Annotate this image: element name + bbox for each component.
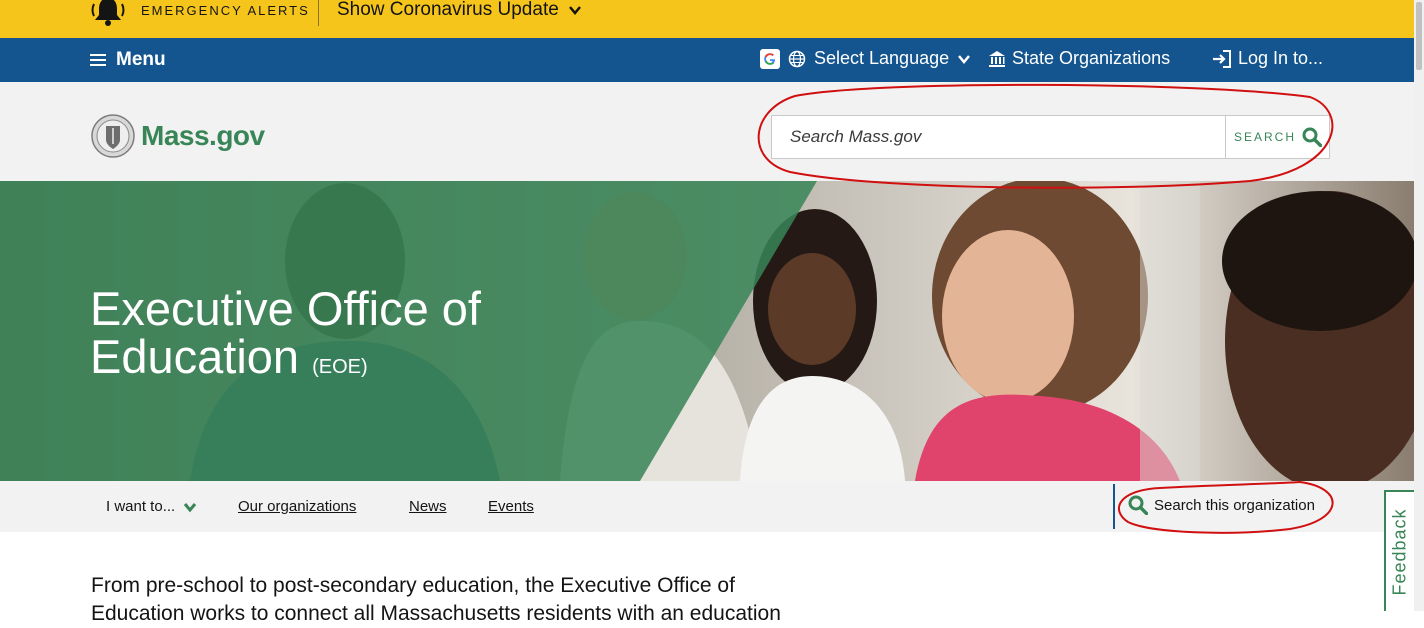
organization-nav: I want to... Our organizations News Even… xyxy=(0,481,1414,532)
scrollbar-thumb[interactable] xyxy=(1416,2,1422,70)
page-title-line-1: Executive Office of xyxy=(90,282,481,335)
menu-button[interactable]: Menu xyxy=(90,49,166,71)
search-this-organization-label: Search this organization xyxy=(1154,496,1315,514)
emergency-alerts-label: EMERGENCY ALERTS xyxy=(141,3,310,18)
log-in-label: Log In to... xyxy=(1238,48,1324,68)
feedback-tab[interactable]: Feedback xyxy=(1384,490,1414,611)
hamburger-icon xyxy=(90,54,106,66)
search-this-organization-button[interactable]: Search this organization xyxy=(1128,495,1315,515)
select-language-label: Select Language xyxy=(814,48,950,68)
building-icon xyxy=(989,50,1005,67)
site-search-input[interactable] xyxy=(772,116,1225,158)
chevron-down-icon xyxy=(569,6,582,15)
org-nav-divider xyxy=(1113,484,1115,529)
log-in-to-button[interactable]: Log In to... xyxy=(1212,48,1323,69)
page-title-line-2: Education (EOE) xyxy=(90,333,481,391)
chevron-down-icon xyxy=(184,503,197,513)
site-search-button[interactable]: SEARCH xyxy=(1225,116,1330,158)
page-scrollbar[interactable] xyxy=(1414,0,1424,611)
state-organizations-label: State Organizations xyxy=(1012,48,1171,68)
utility-nav: Menu Select Language State Organizations… xyxy=(0,38,1414,82)
search-icon xyxy=(1302,127,1322,147)
bell-icon xyxy=(91,0,125,26)
emergency-alert-bar: EMERGENCY ALERTS Show Coronavirus Update xyxy=(0,0,1414,38)
intro-paragraph: From pre-school to post-secondary educat… xyxy=(91,572,891,628)
massachusetts-seal-icon[interactable] xyxy=(91,114,135,158)
mass-gov-logo-text[interactable]: Mass.gov xyxy=(141,120,265,152)
intro-line-2: Education works to connect all Massachus… xyxy=(91,602,781,625)
globe-icon xyxy=(788,50,806,67)
google-translate-icon xyxy=(760,48,780,69)
i-want-to-dropdown[interactable]: I want to... xyxy=(106,498,197,515)
search-button-label: SEARCH xyxy=(1233,130,1296,144)
intro-line-1: From pre-school to post-secondary educat… xyxy=(91,574,735,597)
select-language-button[interactable]: Select Language xyxy=(760,48,971,69)
search-icon xyxy=(1128,495,1148,515)
events-link[interactable]: Events xyxy=(488,498,534,515)
chevron-down-icon xyxy=(958,54,971,64)
page-title-acronym: (EOE) xyxy=(312,356,368,378)
site-header: Mass.gov SEARCH xyxy=(0,82,1414,181)
site-search-form: SEARCH xyxy=(771,115,1330,159)
page-title-main: Education xyxy=(90,330,300,383)
sign-in-icon xyxy=(1213,49,1231,68)
alert-divider xyxy=(318,0,319,26)
alert-toggle-label: Show Coronavirus Update xyxy=(337,0,559,20)
show-coronavirus-update-button[interactable]: Show Coronavirus Update xyxy=(337,0,582,21)
hero-banner: Executive Office of Education (EOE) xyxy=(0,181,1414,481)
our-organizations-link[interactable]: Our organizations xyxy=(238,498,356,515)
page-title: Executive Office of Education (EOE) xyxy=(90,285,481,391)
news-link[interactable]: News xyxy=(409,498,447,515)
i-want-to-label: I want to... xyxy=(106,498,176,515)
feedback-label: Feedback xyxy=(1389,507,1410,596)
menu-label: Menu xyxy=(116,49,166,70)
state-organizations-link[interactable]: State Organizations xyxy=(988,48,1170,69)
